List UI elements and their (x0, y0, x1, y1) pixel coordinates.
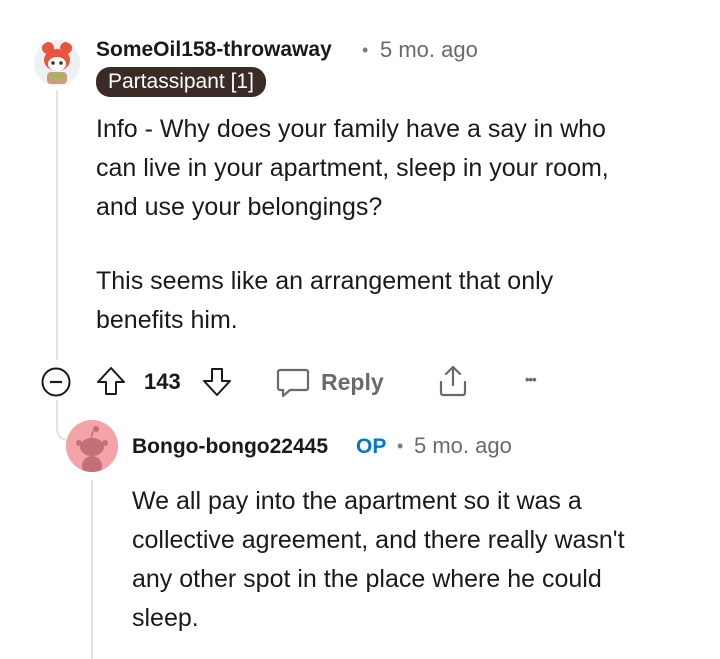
user-flair-badge: Partassipant [1] (96, 67, 266, 97)
upvote-arrow-icon (97, 367, 125, 395)
comment-username[interactable]: SomeOil158-throwaway (96, 38, 332, 62)
reply-username[interactable]: Bongo-bongo22445 (132, 435, 328, 459)
reply-body: We all pay into the apartment so it was … (132, 487, 625, 632)
separator-dot: • (397, 436, 404, 456)
thread-line-parent (56, 90, 58, 360)
op-badge: OP (356, 435, 387, 458)
share-upload-icon (439, 365, 467, 397)
reply-label[interactable]: Reply (321, 369, 384, 396)
reply-button[interactable] (276, 366, 310, 398)
collapse-minus-icon (41, 367, 71, 397)
vote-score: 143 (144, 369, 181, 394)
downvote-button[interactable] (201, 366, 233, 398)
reply-timestamp: 5 mo. ago (414, 433, 512, 458)
speech-bubble-icon (276, 368, 310, 398)
separator-dot: • (362, 40, 369, 60)
downvote-arrow-icon (203, 368, 231, 396)
thread-line-child (91, 480, 93, 659)
share-button[interactable] (436, 364, 470, 398)
avatar[interactable] (66, 420, 118, 472)
comment-timestamp: 5 mo. ago (380, 37, 478, 62)
upvote-button[interactable] (95, 365, 127, 397)
collapse-button[interactable] (40, 366, 72, 398)
avatar[interactable] (34, 40, 80, 86)
comment-paragraph: This seems like an arrangement that only… (96, 267, 554, 334)
snoo-avatar-icon (34, 40, 80, 86)
more-dots-icon[interactable]: ••• (525, 372, 537, 387)
snoo-default-avatar-icon (66, 420, 118, 472)
comment-paragraph: Info - Why does your family have a say i… (96, 115, 609, 221)
